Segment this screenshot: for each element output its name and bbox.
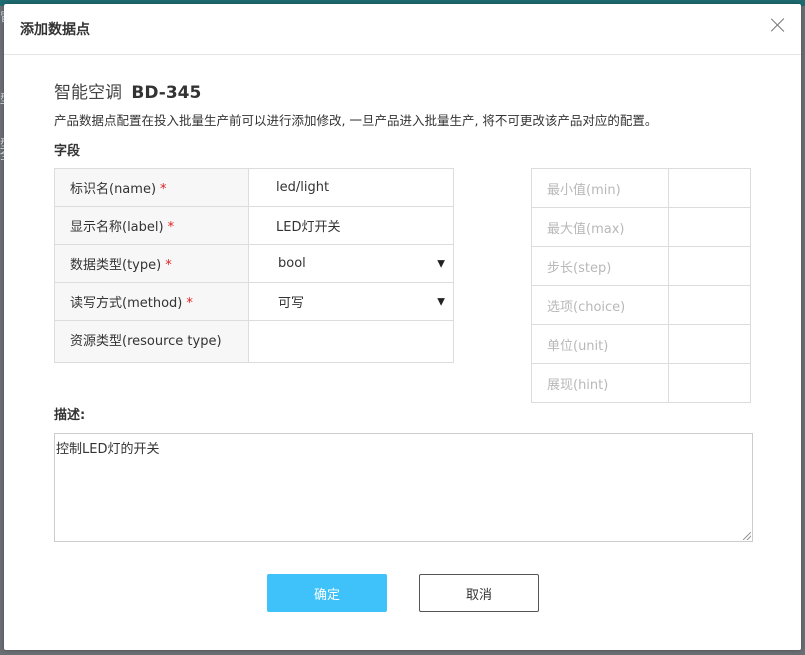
method-value: 可写 <box>278 296 305 311</box>
field-label-step: 步长(step) <box>530 246 670 286</box>
required-mark: * <box>167 220 175 235</box>
min-input[interactable] <box>668 168 751 208</box>
product-code: BD-345 <box>131 83 202 103</box>
table-row: 选项(choice) <box>530 285 751 325</box>
field-label-choice: 选项(choice) <box>530 285 670 325</box>
table-row: 最大值(max) <box>530 207 751 247</box>
dialog-header: 添加数据点 <box>4 4 801 55</box>
fields-section-label: 字段 <box>54 144 81 159</box>
resize-handle-icon[interactable] <box>743 532 751 540</box>
field-label-label: 显示名称(label) * <box>54 206 249 245</box>
dialog-title: 添加数据点 <box>20 22 90 38</box>
field-label-resource-type: 资源类型(resource type) <box>54 320 249 363</box>
field-label-unit: 单位(unit) <box>530 324 670 364</box>
label-value: LED灯开关 <box>276 220 341 235</box>
table-row: 标识名(name) * led/light <box>54 168 454 207</box>
chevron-down-icon: ▼ <box>437 296 445 307</box>
description-value: 控制LED灯的开关 <box>56 442 160 457</box>
field-label-min: 最小值(min) <box>530 168 670 208</box>
table-row: 显示名称(label) * LED灯开关 <box>54 206 454 245</box>
product-title: 智能空调 BD-345 <box>54 78 201 103</box>
method-select[interactable]: 可写 ▼ <box>248 282 454 321</box>
chevron-down-icon: ▼ <box>437 258 445 269</box>
description-label: 描述: <box>54 408 86 423</box>
table-row: 数据类型(type) * bool ▼ <box>54 244 454 283</box>
field-label-method: 读写方式(method) * <box>54 282 249 321</box>
field-label-type: 数据类型(type) * <box>54 244 249 283</box>
table-row: 读写方式(method) * 可写 ▼ <box>54 282 454 321</box>
product-name: 智能空调 <box>54 83 122 103</box>
table-row: 最小值(min) <box>530 168 751 208</box>
extra-fields-table: 最小值(min) 最大值(max) 步长(step) 选项(choice) 单位… <box>530 168 751 403</box>
label-input[interactable]: LED灯开关 <box>248 206 454 245</box>
required-mark: * <box>186 296 193 311</box>
resource-type-input[interactable] <box>248 320 454 363</box>
step-input[interactable] <box>668 246 751 286</box>
unit-input[interactable] <box>668 324 751 364</box>
add-datapoint-dialog: 添加数据点 智能空调 BD-345 产品数据点配置在投入批量生产前可以进行添加修… <box>4 4 801 650</box>
choice-input[interactable] <box>668 285 751 325</box>
field-label-hint: 展现(hint) <box>530 363 670 403</box>
max-input[interactable] <box>668 207 751 247</box>
confirm-button[interactable]: 确定 <box>267 574 387 612</box>
required-mark: * <box>165 258 172 273</box>
field-label-name: 标识名(name) * <box>54 168 249 207</box>
type-select[interactable]: bool ▼ <box>248 244 454 283</box>
type-value: bool <box>278 256 306 271</box>
name-value: led/light <box>276 180 330 195</box>
fields-table: 标识名(name) * led/light 显示名称(label) * LED灯开关… <box>54 168 454 363</box>
config-notice: 产品数据点配置在投入批量生产前可以进行添加修改, 一旦产品进入批量生产, 将不可… <box>54 113 658 128</box>
name-input[interactable]: led/light <box>248 168 454 207</box>
required-mark: * <box>160 182 167 197</box>
table-row: 步长(step) <box>530 246 751 286</box>
close-icon[interactable] <box>769 16 787 34</box>
hint-input[interactable] <box>668 363 751 403</box>
cancel-button[interactable]: 取消 <box>419 574 539 612</box>
table-row: 展现(hint) <box>530 363 751 403</box>
table-row: 资源类型(resource type) <box>54 320 454 363</box>
description-textarea[interactable]: 控制LED灯的开关 <box>54 433 753 542</box>
field-label-max: 最大值(max) <box>530 207 670 247</box>
table-row: 单位(unit) <box>530 324 751 364</box>
